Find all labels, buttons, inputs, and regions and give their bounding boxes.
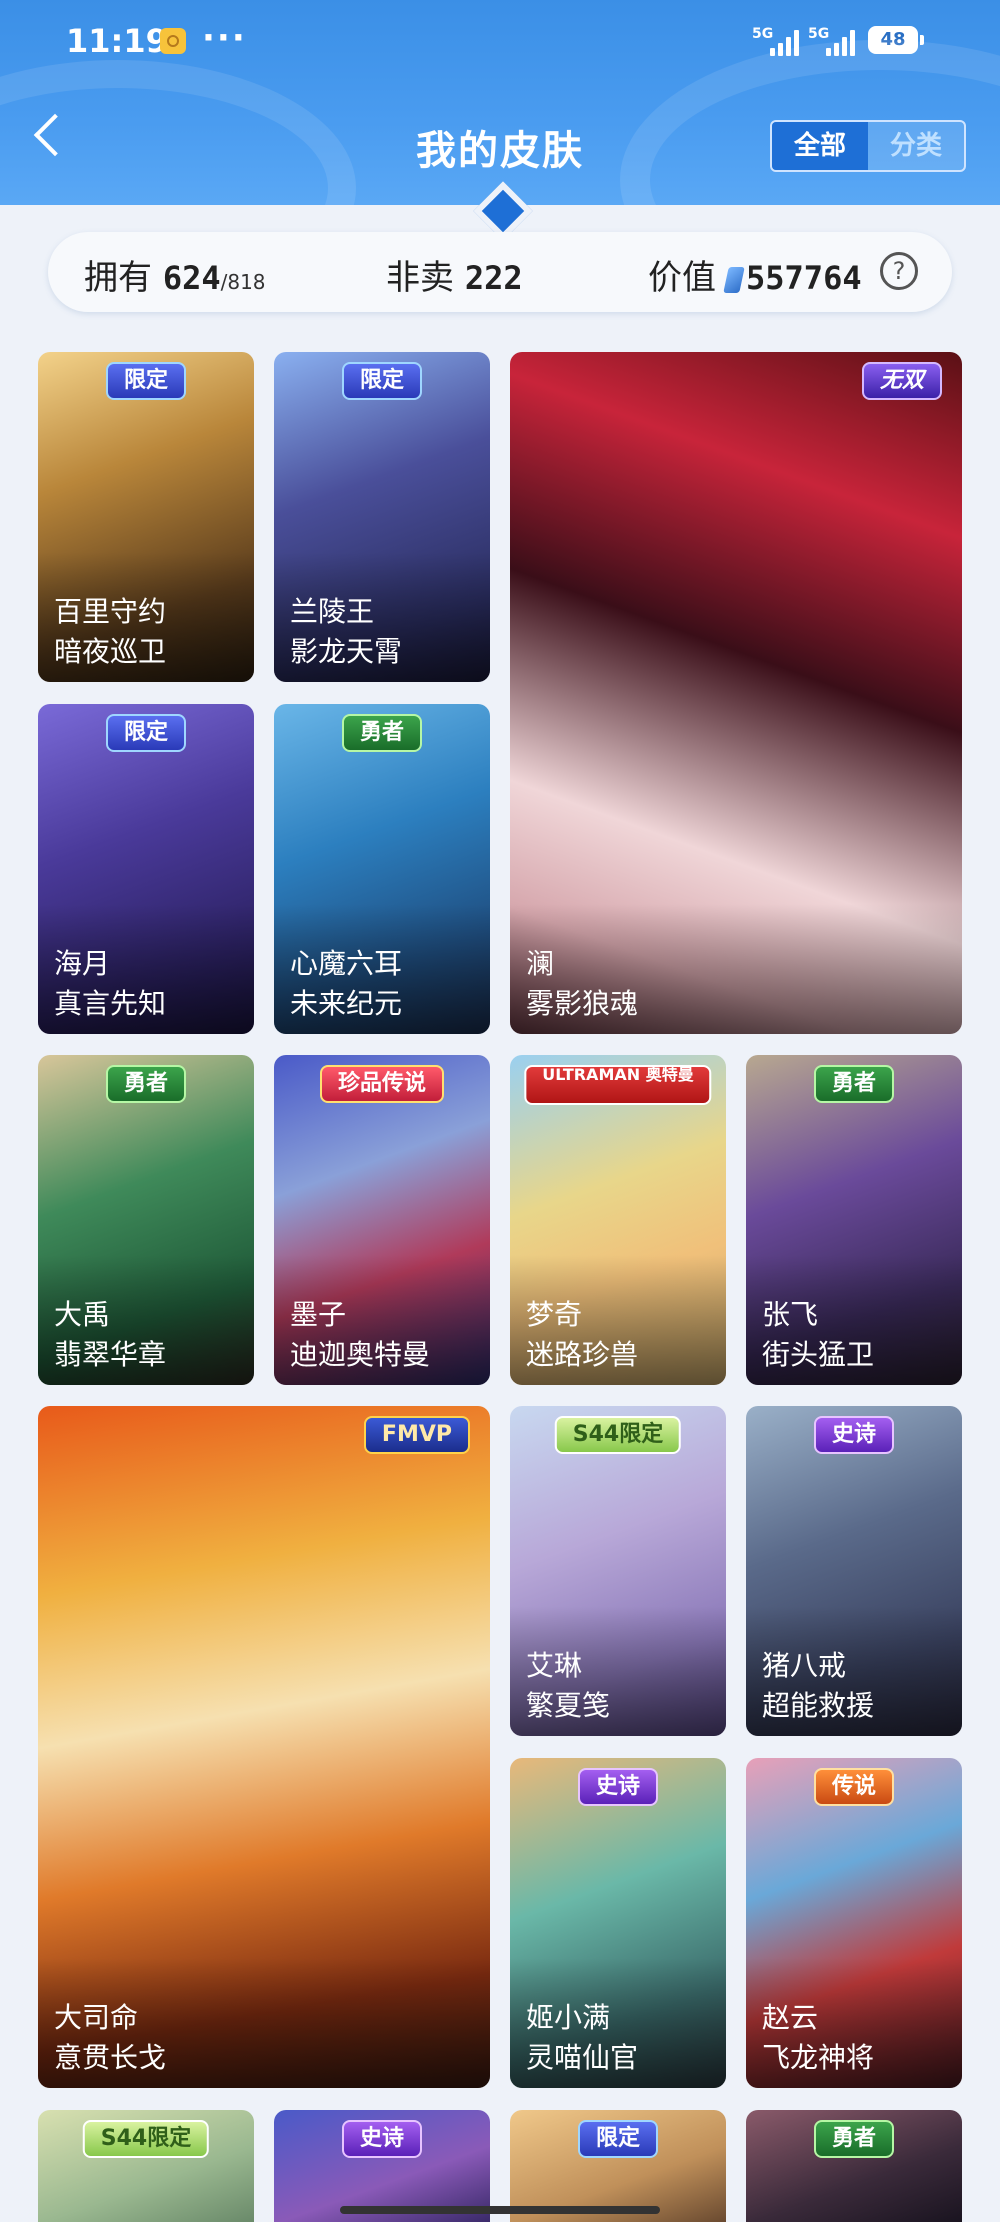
epic-badge: 史诗: [341, 2120, 423, 2158]
status-time: 11:19: [66, 22, 168, 60]
skin-name: 超能救援: [762, 1689, 875, 1722]
tab-category[interactable]: 分类: [868, 122, 964, 170]
limited-badge: 限定: [341, 362, 423, 400]
limited-badge: 限定: [577, 2120, 659, 2158]
s44-limited-badge: S44限定: [82, 2120, 210, 2158]
skin-card[interactable]: 史诗 姬小满 灵喵仙官: [510, 1758, 726, 2088]
hero-name: 张飞: [762, 1298, 819, 1331]
skin-card[interactable]: S44限定: [38, 2110, 254, 2222]
skin-card[interactable]: 勇者: [746, 2110, 962, 2222]
help-icon[interactable]: ?: [880, 252, 918, 290]
hero-name: 心魔六耳: [290, 947, 403, 980]
skin-card[interactable]: 史诗 猪八戒 超能救援: [746, 1406, 962, 1736]
brave-badge: 勇者: [341, 714, 423, 752]
brave-badge: 勇者: [813, 2120, 895, 2158]
view-toggle: 全部 分类: [770, 120, 966, 172]
ultraman-badge: ULTRAMAN 奥特曼: [524, 1065, 712, 1105]
skin-card[interactable]: 勇者 张飞 街头猛卫: [746, 1055, 962, 1385]
skin-name: 迷路珍兽: [526, 1338, 639, 1371]
skin-name: 意贯长戈: [54, 2041, 167, 2074]
skin-name: 影龙天霄: [290, 635, 403, 668]
skin-card[interactable]: 传说 赵云 飞龙神将: [746, 1758, 962, 2088]
skin-card[interactable]: 勇者 心魔六耳 未来纪元: [274, 704, 490, 1034]
skin-card[interactable]: 勇者 大禹 翡翠华章: [38, 1055, 254, 1385]
fmvp-badge: FMVP: [363, 1416, 470, 1454]
tab-all[interactable]: 全部: [772, 122, 868, 170]
special-badge: 无双: [861, 362, 942, 400]
hero-name: 梦奇: [526, 1298, 583, 1331]
treasure-legend-badge: 珍品传说: [319, 1065, 445, 1103]
skin-name: 灵喵仙官: [526, 2041, 639, 2074]
more-notifications-icon: ···: [202, 18, 247, 58]
battery-icon: 48: [868, 26, 924, 54]
skin-name: 暗夜巡卫: [54, 635, 167, 668]
skin-card[interactable]: FMVP 大司命 意贯长戈: [38, 1406, 490, 2088]
epic-badge: 史诗: [577, 1768, 659, 1806]
hero-name: 海月: [54, 947, 111, 980]
diamond-icon: [723, 266, 745, 293]
owned-label: 拥有: [84, 258, 152, 298]
hero-name: 赵云: [762, 2001, 819, 2034]
skin-name: 飞龙神将: [762, 2041, 875, 2074]
value-amount: 557764: [746, 259, 862, 297]
not-for-sale-value: 222: [464, 259, 523, 297]
owned-total: /818: [220, 270, 266, 294]
skin-name: 未来纪元: [290, 987, 403, 1020]
hero-name: 墨子: [290, 1298, 347, 1331]
header: 11:19 ··· 5G 5G 48 我的皮肤 全部 分类: [0, 0, 1000, 205]
page-title: 我的皮肤: [416, 128, 584, 174]
skin-name: 迪迦奥特曼: [290, 1338, 431, 1371]
skin-name: 真言先知: [54, 987, 167, 1020]
hero-name: 艾琳: [526, 1649, 583, 1682]
hero-name: 兰陵王: [290, 595, 375, 628]
s44-limited-badge: S44限定: [554, 1416, 682, 1454]
owned-stat: 拥有 624/818: [84, 250, 266, 299]
not-for-sale-stat: 非卖 222: [386, 250, 523, 299]
hero-name: 百里守约: [54, 595, 167, 628]
signal-bars-2-icon: [826, 30, 860, 56]
skin-card[interactable]: ULTRAMAN 奥特曼 梦奇 迷路珍兽: [510, 1055, 726, 1385]
hero-name: 猪八戒: [762, 1649, 847, 1682]
legend-badge: 传说: [813, 1768, 895, 1806]
signal-bars-1-icon: [770, 30, 804, 56]
skin-name: 翡翠华章: [54, 1338, 167, 1371]
epic-badge: 史诗: [813, 1416, 895, 1454]
owned-value: 624: [162, 259, 221, 297]
limited-badge: 限定: [105, 362, 187, 400]
skin-card[interactable]: S44限定 艾琳 繁夏笺: [510, 1406, 726, 1736]
hero-name: 大司命: [54, 2001, 139, 2034]
skin-name: 街头猛卫: [762, 1338, 875, 1371]
brave-badge: 勇者: [813, 1065, 895, 1103]
skin-card[interactable]: 限定 海月 真言先知: [38, 704, 254, 1034]
hero-name: 姬小满: [526, 2001, 611, 2034]
not-for-sale-label: 非卖: [386, 258, 454, 298]
hero-name: 澜: [526, 947, 555, 980]
skin-card[interactable]: 无双 澜 雾影狼魂: [510, 352, 962, 1034]
skin-card[interactable]: 限定 兰陵王 影龙天霄: [274, 352, 490, 682]
home-indicator[interactable]: [340, 2206, 660, 2214]
skin-name: 雾影狼魂: [526, 987, 639, 1020]
hero-name: 大禹: [54, 1298, 111, 1331]
value-stat: 价值 557764: [648, 250, 862, 299]
skin-card[interactable]: 限定 百里守约 暗夜巡卫: [38, 352, 254, 682]
limited-badge: 限定: [105, 714, 187, 752]
skin-card[interactable]: 珍品传说 墨子 迪迦奥特曼: [274, 1055, 490, 1385]
stats-bar: 拥有 624/818 非卖 222 价值 557764 ?: [48, 232, 952, 312]
status-bar: 11:19 ··· 5G 5G 48: [0, 18, 1000, 62]
value-label: 价值: [648, 258, 716, 298]
brave-badge: 勇者: [105, 1065, 187, 1103]
skin-name: 繁夏笺: [526, 1689, 611, 1722]
app-notification-icon: [160, 28, 186, 54]
